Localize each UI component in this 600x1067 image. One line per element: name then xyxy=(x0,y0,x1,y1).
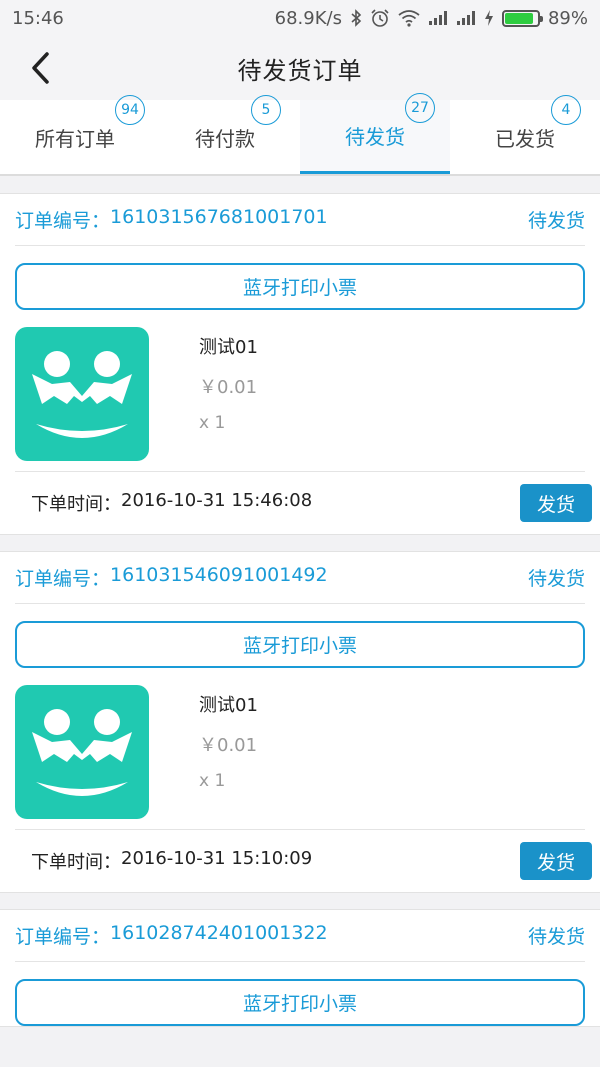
network-speed: 68.9K/s xyxy=(274,7,342,29)
ship-button[interactable]: 发货 xyxy=(520,842,592,880)
product-thumbnail xyxy=(15,326,149,461)
order-card: 订单编号： 161031567681001701 待发货 蓝牙打印小票 测试01… xyxy=(0,193,600,535)
bluetooth-print-button[interactable]: 蓝牙打印小票 xyxy=(15,621,585,668)
order-status: 待发货 xyxy=(527,568,585,590)
nav-bar: 待发货订单 xyxy=(0,36,600,100)
page-title: 待发货订单 xyxy=(237,56,363,85)
tab-pending-payment[interactable]: 待付款 5 xyxy=(150,94,300,174)
product-name: 测试01 xyxy=(199,694,258,716)
tab-label: 待付款 5 xyxy=(195,94,281,152)
order-footer: 下单时间： 2016-10-31 15:10:09 发货 xyxy=(15,830,592,892)
battery-percent: 89% xyxy=(547,7,588,29)
product-price: ￥0.01 xyxy=(199,376,258,398)
order-status: 待发货 xyxy=(527,926,585,948)
back-button[interactable] xyxy=(22,50,58,86)
tab-shipped[interactable]: 已发货 4 xyxy=(450,94,600,174)
bluetooth-icon xyxy=(350,9,362,27)
ship-button[interactable]: 发货 xyxy=(520,484,592,522)
product-quantity: x 1 xyxy=(199,412,226,433)
product-name: 测试01 xyxy=(199,336,258,358)
tab-count-badge: 4 xyxy=(551,94,581,125)
order-status: 待发货 xyxy=(527,210,585,232)
product-row[interactable]: 测试01 ￥0.01 x 1 xyxy=(15,310,585,472)
charging-icon xyxy=(484,9,494,27)
order-number: 订单编号： 161031567681001701 xyxy=(15,206,328,233)
tab-pending-shipment[interactable]: 待发货 27 xyxy=(300,93,450,174)
chevron-left-icon xyxy=(32,52,49,84)
order-number-label: 订单编号： xyxy=(15,568,111,590)
status-time: 15:46 xyxy=(12,7,64,29)
signal-icon xyxy=(428,10,448,26)
signal-icon xyxy=(456,10,476,26)
product-thumbnail xyxy=(15,684,149,819)
tab-count-badge: 5 xyxy=(251,94,281,125)
product-quantity: x 1 xyxy=(199,770,226,791)
order-number: 订单编号： 161031546091001492 xyxy=(15,564,328,591)
status-icons: 68.9K/s 89% xyxy=(275,8,588,29)
order-tabs: 所有订单 94 待付款 5 待发货 27 已发货 4 xyxy=(0,93,600,176)
order-time-value: 2016-10-31 15:46:08 xyxy=(121,490,313,511)
order-footer: 下单时间： 2016-10-31 15:46:08 发货 xyxy=(15,472,592,534)
tab-count-badge: 27 xyxy=(405,93,435,123)
order-time-value: 2016-10-31 15:10:09 xyxy=(121,848,313,869)
tab-label-text: 所有订单 xyxy=(35,126,115,151)
tab-label-text: 已发货 xyxy=(495,126,555,151)
tab-label: 待发货 27 xyxy=(345,93,435,150)
bluetooth-print-button[interactable]: 蓝牙打印小票 xyxy=(15,263,585,310)
battery-icon xyxy=(501,9,543,27)
order-time: 下单时间： 2016-10-31 15:10:09 xyxy=(31,848,312,874)
order-time: 下单时间： 2016-10-31 15:46:08 xyxy=(31,490,312,516)
product-info: 测试01 ￥0.01 x 1 xyxy=(199,333,258,433)
order-number-label: 订单编号： xyxy=(15,210,111,232)
app-logo-icon xyxy=(32,350,132,438)
order-number-label: 订单编号： xyxy=(15,926,111,948)
order-number-value: 161031546091001492 xyxy=(110,564,328,586)
order-card: 订单编号： 161028742401001322 待发货 蓝牙打印小票 xyxy=(0,909,600,1027)
order-header: 订单编号： 161028742401001322 待发货 xyxy=(15,910,585,962)
app-logo-icon xyxy=(32,708,132,796)
tab-count-badge: 94 xyxy=(115,94,145,125)
order-time-label: 下单时间： xyxy=(31,852,121,873)
tab-label: 已发货 4 xyxy=(495,94,581,152)
tab-all-orders[interactable]: 所有订单 94 xyxy=(0,94,150,174)
order-header: 订单编号： 161031567681001701 待发货 xyxy=(15,194,585,246)
product-info: 测试01 ￥0.01 x 1 xyxy=(199,691,258,791)
order-number-value: 161031567681001701 xyxy=(110,206,328,228)
wifi-icon xyxy=(398,9,420,27)
order-time-label: 下单时间： xyxy=(31,494,121,515)
alarm-icon xyxy=(370,8,390,28)
order-number-value: 161028742401001322 xyxy=(110,922,328,944)
order-header: 订单编号： 161031546091001492 待发货 xyxy=(15,552,585,604)
order-number: 订单编号： 161028742401001322 xyxy=(15,922,328,949)
tab-label-text: 待发货 xyxy=(345,125,405,149)
product-row[interactable]: 测试01 ￥0.01 x 1 xyxy=(15,668,585,830)
order-card: 订单编号： 161031546091001492 待发货 蓝牙打印小票 测试01… xyxy=(0,551,600,893)
tab-label: 所有订单 94 xyxy=(35,94,145,152)
bluetooth-print-button[interactable]: 蓝牙打印小票 xyxy=(15,979,585,1026)
product-price: ￥0.01 xyxy=(199,734,258,756)
order-list: 订单编号： 161031567681001701 待发货 蓝牙打印小票 测试01… xyxy=(0,176,600,1027)
status-bar: 15:46 68.9K/s 89% xyxy=(0,0,600,36)
battery-fill xyxy=(504,12,534,24)
tab-label-text: 待付款 xyxy=(195,126,255,151)
